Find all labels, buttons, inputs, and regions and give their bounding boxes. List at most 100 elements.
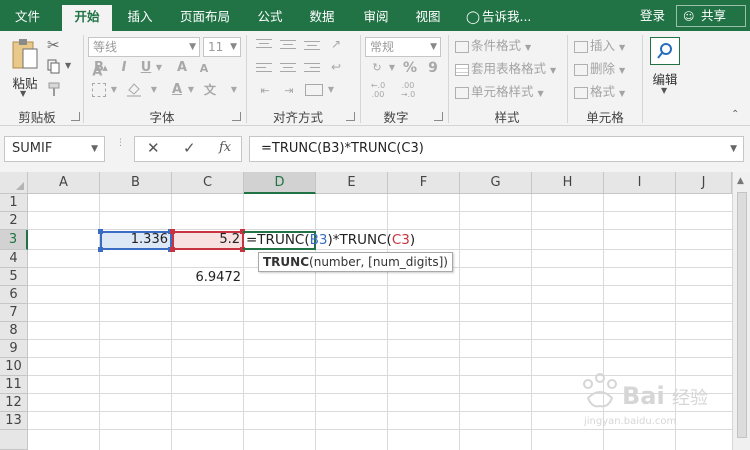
cell-c5[interactable]: 6.9472 <box>172 269 242 287</box>
copy-icon[interactable]: ▼ <box>47 59 75 77</box>
phonetic-icon[interactable]: 文 <box>203 81 217 99</box>
row-header[interactable]: 6 <box>0 286 28 304</box>
paste-button[interactable]: 粘贴 ▼ <box>8 35 42 103</box>
row-header[interactable]: 10 <box>0 358 28 376</box>
column-header[interactable]: I <box>604 172 676 194</box>
decrease-indent-icon[interactable]: ⇤ <box>256 82 274 100</box>
column-header[interactable]: G <box>460 172 532 194</box>
editing-button[interactable]: 编辑 ▼ <box>646 35 684 101</box>
row-header[interactable]: 9 <box>0 340 28 358</box>
wrap-text-icon[interactable]: ↩ <box>328 58 344 76</box>
row-header[interactable]: 12 <box>0 394 28 412</box>
font-launcher[interactable] <box>232 112 241 121</box>
cell-d3-formula[interactable]: =TRUNC(B3)*TRUNC(C3) <box>246 231 415 250</box>
tab-page-layout[interactable]: 页面布局 <box>170 6 240 31</box>
row-header[interactable]: 13 <box>0 412 28 430</box>
enter-icon[interactable]: ✓ <box>183 139 196 157</box>
format-cells-button[interactable]: 格式 ▼ <box>574 83 625 103</box>
cell-styles-button[interactable]: 单元格样式 ▼ <box>455 83 544 103</box>
column-header[interactable]: E <box>316 172 388 194</box>
row-header[interactable]: 1 <box>0 194 28 212</box>
column-header[interactable]: H <box>532 172 604 194</box>
tab-data[interactable]: 数据 <box>302 6 342 31</box>
delete-cells-button[interactable]: 删除 ▼ <box>574 60 625 80</box>
conditional-formatting-button[interactable]: 条件格式 ▼ <box>455 37 531 57</box>
tab-file[interactable]: 文件 <box>5 6 50 31</box>
percent-button[interactable]: % <box>402 59 418 77</box>
accounting-format-icon[interactable]: ↻ <box>367 59 387 77</box>
row-header[interactable]: 3 <box>0 230 28 250</box>
name-box[interactable]: SUMIF ▼ <box>4 136 105 162</box>
chevron-down-icon[interactable]: ▼ <box>110 81 118 99</box>
merge-center-icon[interactable] <box>305 84 323 96</box>
shrink-font-icon[interactable]: A <box>198 60 210 78</box>
align-center-icon[interactable] <box>280 62 296 74</box>
italic-button[interactable]: I <box>117 59 131 77</box>
tab-insert[interactable]: 插入 <box>120 6 160 31</box>
formula-input[interactable]: =TRUNC(B3)*TRUNC(C3) ▼ <box>249 136 744 162</box>
row-header[interactable]: 7 <box>0 304 28 322</box>
increase-indent-icon[interactable]: ⇥ <box>280 82 298 100</box>
increase-decimal-icon[interactable]: ←.0.00 <box>366 81 390 99</box>
align-bottom-icon[interactable] <box>304 38 320 50</box>
column-header[interactable]: A <box>28 172 100 194</box>
insert-cells-button[interactable]: 插入 ▼ <box>574 37 625 57</box>
number-launcher[interactable] <box>434 112 443 121</box>
login-link[interactable]: 登录 <box>640 0 665 31</box>
function-name-link[interactable]: TRUNC <box>263 255 309 269</box>
font-name-combo[interactable]: 等线 ▼ <box>88 37 200 57</box>
fill-color-icon[interactable] <box>126 81 142 99</box>
format-painter-icon[interactable] <box>47 82 65 100</box>
bold-button[interactable]: B <box>92 59 106 77</box>
cell-c3[interactable]: 5.2 <box>172 231 240 249</box>
align-right-icon[interactable] <box>304 62 320 74</box>
chevron-down-icon[interactable]: ▼ <box>187 81 195 99</box>
font-size-combo[interactable]: 11 ▼ <box>203 37 241 57</box>
column-header[interactable]: F <box>388 172 460 194</box>
splitter-dots[interactable]: ⋮ <box>116 139 125 157</box>
clipboard-launcher[interactable] <box>71 112 80 121</box>
underline-button[interactable]: U <box>139 59 153 77</box>
column-header[interactable]: C <box>172 172 244 194</box>
tell-me-box[interactable]: ◯ 告诉我... <box>466 6 542 31</box>
font-color-icon[interactable]: A <box>170 81 184 99</box>
align-left-icon[interactable] <box>256 62 272 74</box>
column-header[interactable]: J <box>676 172 732 194</box>
scroll-up-icon[interactable]: ▲ <box>737 176 744 186</box>
number-format-combo[interactable]: 常规 ▼ <box>365 37 441 57</box>
column-header[interactable]: B <box>100 172 172 194</box>
collapse-ribbon-icon[interactable]: ⌃ <box>731 109 743 121</box>
align-top-icon[interactable] <box>256 38 272 50</box>
borders-icon[interactable] <box>92 83 106 97</box>
chevron-down-icon[interactable]: ▼ <box>327 81 335 99</box>
tab-formulas[interactable]: 公式 <box>250 6 290 31</box>
row-header[interactable]: 4 <box>0 250 28 268</box>
tab-home[interactable]: 开始 <box>62 5 112 31</box>
comma-style-button[interactable]: 9 <box>426 59 440 77</box>
row-header[interactable]: 11 <box>0 376 28 394</box>
cancel-icon[interactable]: ✕ <box>147 139 160 157</box>
insert-function-button[interactable]: fx <box>219 140 231 155</box>
cut-icon[interactable]: ✂ <box>47 36 65 54</box>
select-all-button[interactable] <box>0 172 28 194</box>
scroll-thumb[interactable] <box>737 192 747 438</box>
decrease-decimal-icon[interactable]: .00 →.0 <box>396 81 420 99</box>
cell-b3[interactable]: 1.336 <box>100 231 168 249</box>
align-middle-icon[interactable] <box>280 38 296 50</box>
format-as-table-button[interactable]: 套用表格格式 ▼ <box>455 60 556 80</box>
orientation-icon[interactable]: ↗ <box>326 35 346 53</box>
tab-view[interactable]: 视图 <box>408 6 448 31</box>
row-header[interactable]: 8 <box>0 322 28 340</box>
column-header[interactable]: D <box>244 172 316 194</box>
tab-review[interactable]: 审阅 <box>356 6 396 31</box>
grow-font-icon[interactable]: A <box>175 59 189 77</box>
chevron-down-icon[interactable]: ▼ <box>150 81 158 99</box>
row-header[interactable]: 2 <box>0 212 28 230</box>
chevron-down-icon[interactable]: ▼ <box>388 59 396 77</box>
chevron-down-icon[interactable]: ▼ <box>230 81 238 99</box>
share-button[interactable]: ☺ 共享 <box>676 5 746 27</box>
chevron-down-icon[interactable]: ▼ <box>155 59 163 77</box>
row-header[interactable] <box>0 430 28 450</box>
row-header[interactable]: 5 <box>0 268 28 286</box>
alignment-launcher[interactable] <box>346 112 355 121</box>
